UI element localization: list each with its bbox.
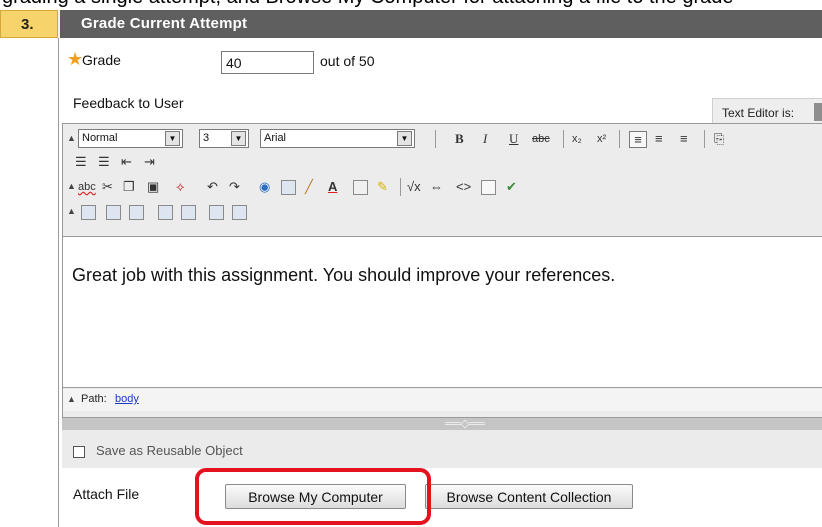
toolbar-row-4: ▲	[63, 200, 822, 224]
bulleted-list-icon[interactable]: ☰	[98, 154, 110, 171]
editor-content-area[interactable]: Great job with this assignment. You shou…	[63, 236, 822, 388]
toolbar-separator	[563, 130, 564, 148]
path-label: Path:	[81, 393, 107, 405]
insert-video-icon[interactable]	[158, 205, 173, 220]
chevron-down-icon[interactable]: ▼	[397, 131, 412, 146]
insert-audio-icon[interactable]	[129, 205, 144, 220]
indent-icon[interactable]: ⇥	[144, 154, 155, 171]
spellcheck-button[interactable]: abc	[78, 179, 96, 196]
caption-text: grading a single attempt, and Browse My …	[2, 0, 734, 9]
text-editor-toggle[interactable]	[814, 103, 822, 121]
highlight-annotation	[195, 468, 431, 525]
toolbar-separator	[400, 178, 401, 196]
anchor-icon[interactable]: ⇔	[430, 179, 443, 196]
step-title: Grade Current Attempt	[60, 10, 822, 38]
format-select-value: Normal	[82, 132, 118, 144]
toolbar-row-2: ☰ ☰ ⇤ ⇥	[63, 150, 822, 174]
attach-file-label: Attach File	[73, 486, 140, 502]
subscript-icon[interactable]: x₂	[572, 131, 582, 148]
redo-icon[interactable]: ↷	[229, 179, 240, 196]
undo-icon[interactable]: ↶	[207, 179, 218, 196]
insert-image-icon[interactable]	[106, 205, 121, 220]
instruction-caption: grading a single attempt, and Browse My …	[0, 0, 822, 10]
text-editor-status: Text Editor is:	[712, 98, 822, 124]
grade-out-of: out of 50	[320, 53, 375, 69]
cut-icon[interactable]: ✂	[102, 179, 113, 196]
preview-icon[interactable]	[481, 180, 496, 195]
align-center-icon[interactable]: ≡	[655, 131, 663, 148]
strikethrough-button[interactable]: abc	[532, 131, 550, 148]
size-select[interactable]: 3 ▼	[199, 129, 249, 148]
toolbar-row-1: ▲ Normal ▼ 3 ▼ Arial ▼ B I U abc x₂ x² ≡…	[63, 127, 822, 151]
outdent-icon[interactable]: ⇤	[121, 154, 132, 171]
feedback-editor: ▲ Normal ▼ 3 ▼ Arial ▼ B I U abc x₂ x² ≡…	[62, 123, 822, 418]
mashup-icon[interactable]	[232, 205, 247, 220]
align-right-icon[interactable]: ≡	[680, 131, 688, 148]
italic-button[interactable]: I	[483, 131, 487, 148]
media-icon[interactable]	[353, 180, 368, 195]
numbered-list-icon[interactable]: ☰	[75, 154, 87, 171]
math-icon[interactable]: √x	[407, 179, 421, 196]
html-code-icon[interactable]: <>	[456, 179, 471, 196]
toolbar-row-3: ▲ abc ✂ ❐ ▣ ⟡ ↶ ↷ ◉ ╱ A ✎ √x ⇔ <> ✔	[63, 175, 822, 199]
paste-icon[interactable]: ▣	[147, 179, 159, 196]
insert-flash-icon[interactable]	[181, 205, 196, 220]
browse-content-collection-button[interactable]: Browse Content Collection	[425, 484, 633, 509]
grade-label: Grade	[82, 52, 121, 68]
attach-file-icon[interactable]	[81, 205, 96, 220]
align-left-icon[interactable]: ≡	[629, 131, 647, 148]
collapse-icon[interactable]: ▲	[67, 206, 76, 216]
toolbar-separator	[704, 130, 705, 148]
unlink-icon[interactable]: ⟡	[176, 179, 185, 196]
collapse-icon[interactable]: ▲	[67, 181, 76, 191]
link-globe-icon[interactable]: ◉	[259, 179, 270, 196]
path-body-link[interactable]: body	[115, 393, 139, 405]
text-color-icon[interactable]: A	[328, 179, 337, 196]
path-bar: ▲ Path: body	[63, 389, 822, 411]
copy-icon[interactable]: ❐	[123, 179, 135, 196]
table-icon[interactable]	[281, 180, 296, 195]
chevron-down-icon[interactable]: ▼	[231, 131, 246, 146]
size-select-value: 3	[203, 132, 210, 144]
draw-icon[interactable]: ╱	[305, 179, 313, 196]
reusable-label: Save as Reusable Object	[96, 443, 243, 458]
bold-button[interactable]: B	[455, 131, 464, 148]
font-select[interactable]: Arial ▼	[260, 129, 415, 148]
toolbar-separator	[435, 130, 436, 148]
format-select[interactable]: Normal ▼	[78, 129, 183, 148]
superscript-icon[interactable]: x²	[597, 131, 606, 148]
section-border	[58, 38, 59, 527]
feedback-label: Feedback to User	[73, 95, 184, 111]
font-select-value: Arial	[264, 132, 287, 144]
grade-input[interactable]	[221, 51, 314, 74]
editor-content: Great job with this assignment. You shou…	[72, 265, 616, 285]
resize-grip-icon[interactable]: ══◇══	[437, 418, 493, 430]
collapse-icon[interactable]: ▲	[67, 394, 76, 404]
insert-pdf-icon[interactable]	[209, 205, 224, 220]
check-icon[interactable]: ✔	[506, 179, 517, 196]
reusable-checkbox[interactable]	[73, 446, 85, 458]
toolbar-separator	[619, 130, 620, 148]
paste-special-icon[interactable]: ⎘	[714, 131, 724, 148]
chevron-down-icon[interactable]: ▼	[165, 131, 180, 146]
underline-button[interactable]: U	[509, 131, 518, 148]
highlight-icon[interactable]: ✎	[377, 179, 388, 196]
required-star-icon: ★	[67, 49, 84, 69]
step-number: 3.	[0, 10, 58, 38]
collapse-icon[interactable]: ▲	[67, 133, 76, 143]
